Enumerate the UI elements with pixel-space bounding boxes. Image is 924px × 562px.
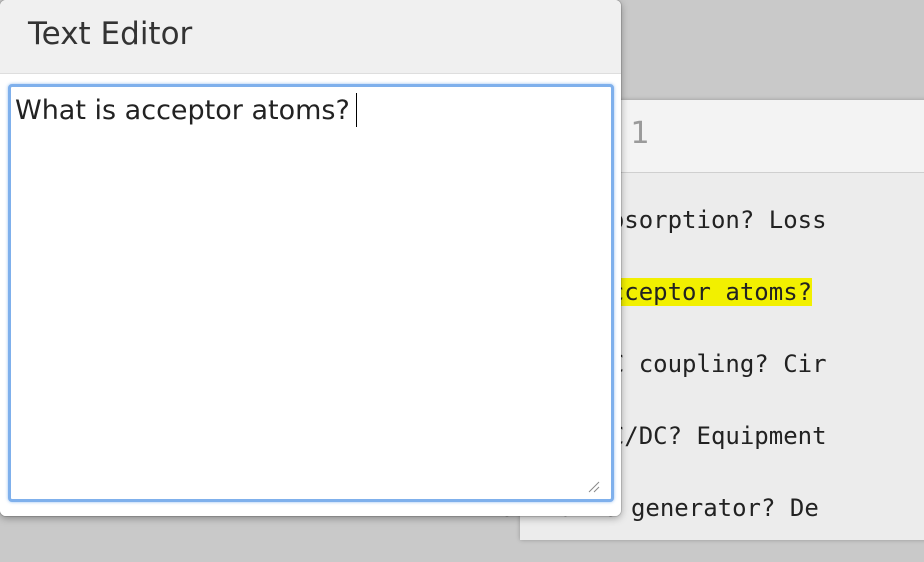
text-editor-textarea[interactable]: What is acceptor atoms? xyxy=(8,84,614,502)
text-editor-title: Text Editor xyxy=(28,16,193,52)
text-editor-header[interactable]: Text Editor xyxy=(0,0,621,74)
text-caret xyxy=(355,93,357,127)
text-editor-dialog: Text Editor What is acceptor atoms? xyxy=(0,0,621,516)
resize-grip-icon[interactable] xyxy=(588,478,600,493)
textarea-content: What is acceptor atoms? xyxy=(15,95,350,126)
text-editor-body: What is acceptor atoms? xyxy=(0,74,621,516)
